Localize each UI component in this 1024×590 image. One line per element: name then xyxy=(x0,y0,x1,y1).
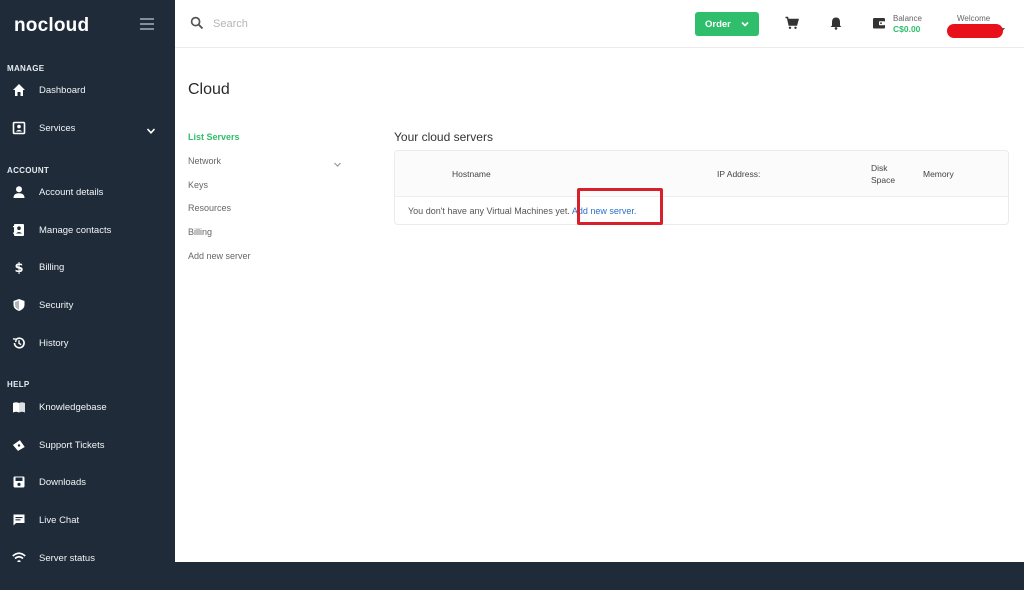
balance-display[interactable]: Balance C$0.00 xyxy=(893,14,922,34)
topbar: Order Balance C$0.00 Welcome xyxy=(175,0,1024,48)
chat-icon xyxy=(12,513,26,527)
servers-table: Hostname IP Address: Disk Space Memory Y… xyxy=(394,150,1009,225)
sidebar-item-label: Services xyxy=(39,122,76,134)
shield-icon xyxy=(12,298,26,312)
download-icon xyxy=(12,475,26,489)
column-header-memory[interactable]: Memory xyxy=(923,169,954,179)
book-icon xyxy=(12,400,26,414)
table-header: Hostname IP Address: Disk Space Memory xyxy=(395,151,1008,197)
section-label-help: HELP xyxy=(7,380,30,389)
column-header-hostname[interactable]: Hostname xyxy=(452,169,491,179)
menu-toggle-icon[interactable] xyxy=(140,18,154,30)
logo-row: nocloud xyxy=(0,0,175,52)
chevron-down-icon xyxy=(741,20,749,31)
sidebar-item-support-tickets[interactable]: Support Tickets xyxy=(0,430,175,460)
search-icon[interactable] xyxy=(190,16,204,35)
chevron-down-icon[interactable] xyxy=(146,123,156,134)
column-header-disk-space[interactable]: Disk Space xyxy=(871,162,905,186)
section-label-account: ACCOUNT xyxy=(7,166,50,175)
history-icon xyxy=(12,336,26,350)
sidebar-item-knowledgebase[interactable]: Knowledgebase xyxy=(0,392,175,422)
sidebar: nocloud MANAGE Dashboard Services ACCOUN… xyxy=(0,0,175,590)
bell-icon[interactable] xyxy=(829,16,843,30)
sidebar-item-label: Security xyxy=(39,299,74,311)
subnav-billing[interactable]: Billing xyxy=(188,227,212,237)
sidebar-item-services[interactable]: Services xyxy=(0,113,175,143)
order-button-label: Order xyxy=(705,18,731,30)
chevron-down-icon[interactable] xyxy=(333,156,342,174)
sidebar-item-label: Dashboard xyxy=(39,84,86,96)
subnav-list-servers[interactable]: List Servers xyxy=(188,132,240,142)
order-button[interactable]: Order xyxy=(695,12,759,36)
subnav-resources[interactable]: Resources xyxy=(188,203,231,213)
sidebar-item-dashboard[interactable]: Dashboard xyxy=(0,75,175,105)
contacts-icon xyxy=(12,223,26,237)
subnav-keys[interactable]: Keys xyxy=(188,180,208,190)
subnav-add-new-server[interactable]: Add new server xyxy=(188,251,251,261)
cart-icon[interactable] xyxy=(785,16,799,30)
user-icon xyxy=(12,185,26,199)
highlight-annotation xyxy=(577,188,663,225)
sidebar-item-label: Support Tickets xyxy=(39,439,105,451)
home-icon xyxy=(12,83,26,97)
section-label-manage: MANAGE xyxy=(7,64,45,73)
sidebar-item-label: History xyxy=(39,337,69,349)
sidebar-item-downloads[interactable]: Downloads xyxy=(0,467,175,497)
sidebar-item-billing[interactable]: $ Billing xyxy=(0,252,175,282)
sidebar-item-account-details[interactable]: Account details xyxy=(0,177,175,207)
sidebar-item-label: Manage contacts xyxy=(39,224,112,236)
sidebar-item-label: Knowledgebase xyxy=(39,401,107,413)
balance-value: C$0.00 xyxy=(893,24,921,34)
column-header-ip-address[interactable]: IP Address: xyxy=(717,169,760,179)
sidebar-item-label: Downloads xyxy=(39,476,86,488)
search-input[interactable] xyxy=(213,16,373,32)
wallet-icon[interactable] xyxy=(872,16,886,30)
dollar-icon: $ xyxy=(12,260,26,274)
ticket-icon xyxy=(12,438,26,452)
sidebar-item-label: Billing xyxy=(39,261,65,273)
sidebar-item-label: Live Chat xyxy=(39,514,80,526)
sidebar-item-manage-contacts[interactable]: Manage contacts xyxy=(0,215,175,245)
svg-text:$: $ xyxy=(14,261,23,274)
user-avatar[interactable] xyxy=(947,24,1003,38)
logo[interactable]: nocloud xyxy=(14,15,89,37)
balance-label: Balance xyxy=(893,14,922,23)
sidebar-item-label: Account details xyxy=(39,186,104,198)
sidebar-item-live-chat[interactable]: Live Chat xyxy=(0,505,175,535)
services-icon xyxy=(12,121,26,135)
empty-state-message: You don't have any Virtual Machines yet. xyxy=(408,206,570,216)
section-title: Your cloud servers xyxy=(394,130,493,144)
sidebar-item-history[interactable]: History xyxy=(0,328,175,358)
bottom-bar xyxy=(0,562,1024,590)
sidebar-item-security[interactable]: Security xyxy=(0,290,175,320)
page-title: Cloud xyxy=(188,81,230,98)
subnav-network[interactable]: Network xyxy=(188,156,221,166)
welcome-label[interactable]: Welcome xyxy=(957,14,990,23)
